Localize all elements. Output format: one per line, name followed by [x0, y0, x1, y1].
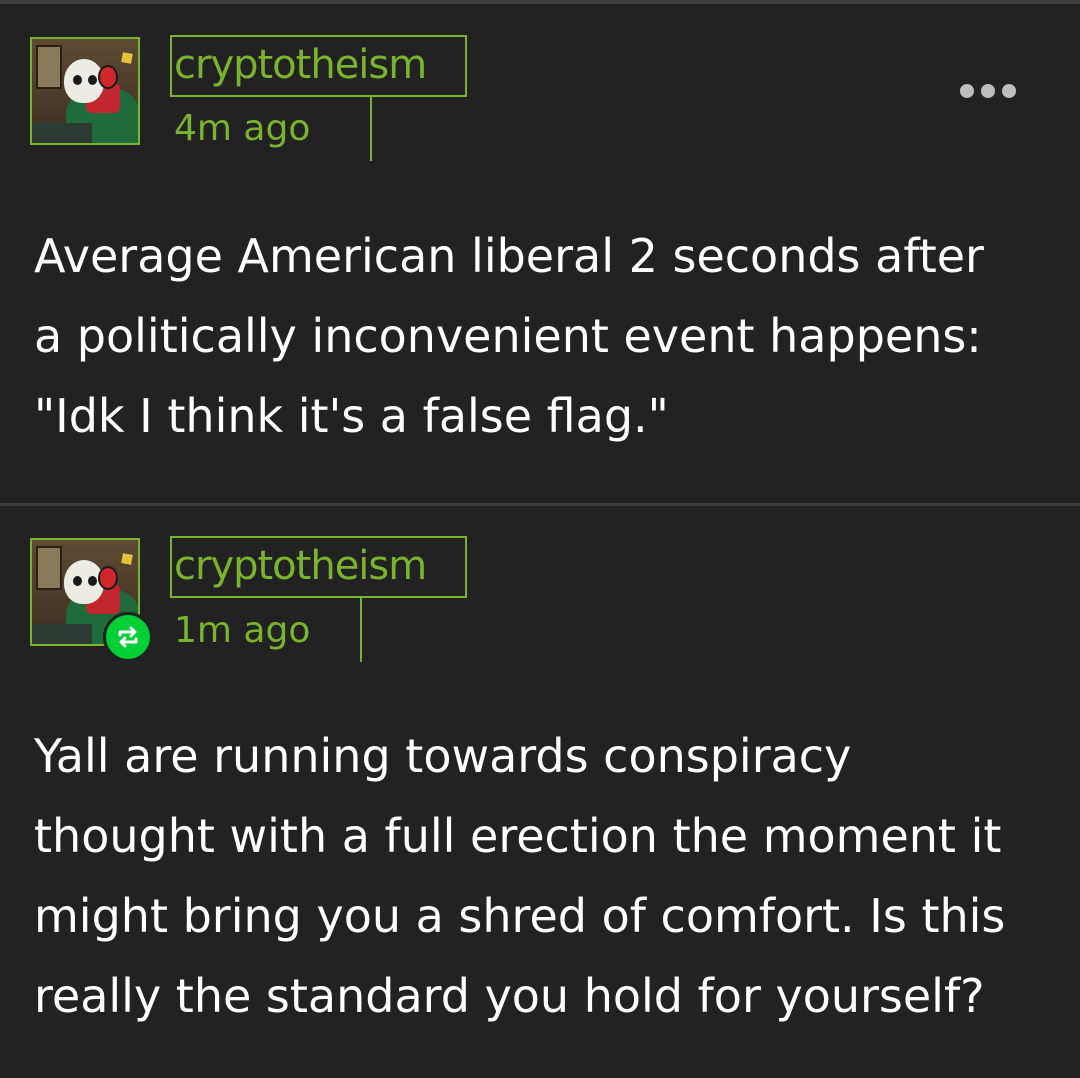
text-line: might bring you a shred of comfort. Is t…: [34, 889, 1006, 943]
timestamp[interactable]: 1m ago: [174, 610, 310, 651]
connector-line: [370, 97, 372, 161]
text-line: thought with a full erection the moment …: [34, 809, 1002, 863]
post-divider: [0, 503, 1080, 506]
post-body: Yall are running towards conspiracy thou…: [34, 716, 1064, 1036]
username-link[interactable]: cryptotheism: [170, 536, 467, 598]
reblog-icon: [103, 612, 153, 662]
text-line: Average American liberal 2 seconds after: [34, 229, 984, 283]
more-options-icon[interactable]: [960, 84, 1016, 98]
top-divider: [0, 0, 1080, 4]
text-line: "Idk I think it's a false flag.": [34, 389, 669, 443]
avatar[interactable]: [30, 37, 140, 145]
username-link[interactable]: cryptotheism: [170, 35, 467, 97]
connector-line: [360, 598, 362, 662]
timestamp[interactable]: 4m ago: [174, 108, 310, 149]
post-body: Average American liberal 2 seconds after…: [34, 216, 1064, 456]
text-line: really the standard you hold for yoursel…: [34, 969, 985, 1023]
text-line: Yall are running towards conspiracy: [34, 729, 852, 783]
text-line: a politically inconvenient event happens…: [34, 309, 982, 363]
